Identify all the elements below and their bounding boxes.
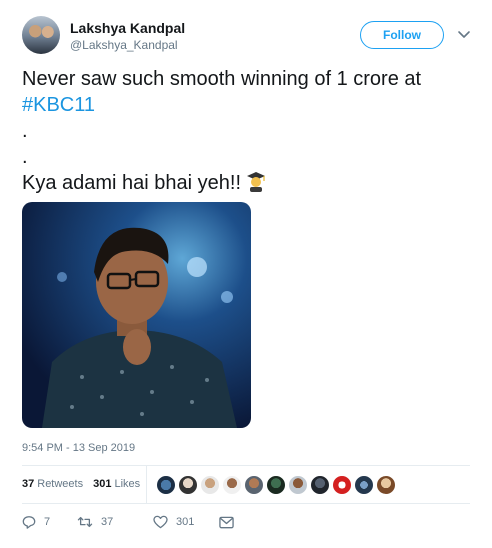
tweet-timestamp[interactable]: 9:54 PM - 13 Sep 2019 [22, 442, 135, 454]
author-name[interactable]: Lakshya Kandpal [70, 20, 185, 36]
retweets-stat-label: Retweets [37, 478, 84, 490]
direct-message-button[interactable] [219, 516, 234, 529]
tweet-line-1: Never saw such smooth winning of 1 crore… [22, 68, 422, 90]
liker-avatars [156, 475, 398, 495]
liker-avatar[interactable] [156, 475, 176, 495]
retweets-stat[interactable]: 37 Retweets [22, 478, 83, 490]
retweet-count: 37 [101, 516, 114, 528]
retweets-stat-count: 37 [22, 478, 35, 490]
tweet-actions: 7 37 301 [22, 512, 234, 532]
retweet-icon [77, 516, 93, 528]
envelope-icon [219, 516, 234, 528]
like-count: 301 [176, 516, 195, 528]
avatar[interactable] [22, 16, 60, 54]
follow-button[interactable]: Follow [360, 21, 444, 49]
divider-bottom [22, 503, 470, 504]
likes-stat-count: 301 [93, 478, 112, 490]
liker-avatar[interactable] [244, 475, 264, 495]
likes-stat-label: Likes [114, 478, 141, 490]
man-student-emoji-icon [247, 172, 266, 192]
liker-avatar[interactable] [332, 475, 352, 495]
liker-avatar[interactable] [200, 475, 220, 495]
liker-avatar[interactable] [354, 475, 374, 495]
tweet-line-4: . [22, 146, 28, 168]
liker-avatar[interactable] [310, 475, 330, 495]
tweet-line-5: Kya adami hai bhai yeh!! [22, 172, 242, 194]
likes-stat[interactable]: 301 Likes [93, 478, 140, 490]
reply-button[interactable]: 7 [22, 515, 77, 529]
reply-count: 7 [44, 516, 51, 528]
chevron-down-icon[interactable] [456, 26, 472, 42]
liker-avatar[interactable] [266, 475, 286, 495]
tweet-photo[interactable] [22, 202, 251, 428]
liker-avatar[interactable] [376, 475, 396, 495]
reply-icon [22, 516, 36, 529]
liker-avatar[interactable] [288, 475, 308, 495]
author-handle[interactable]: @Lakshya_Kandpal [70, 38, 178, 52]
engagement-stats: 37 Retweets 301 Likes [22, 472, 150, 496]
like-button[interactable]: 301 [153, 515, 219, 529]
tweet-text: Never saw such smooth winning of 1 crore… [22, 66, 474, 196]
liker-avatar[interactable] [178, 475, 198, 495]
retweet-button[interactable]: 37 [77, 515, 153, 529]
stats-separator [146, 466, 147, 504]
divider-top [22, 465, 470, 466]
tweet-header: Lakshya Kandpal @Lakshya_Kandpal Follow [22, 16, 476, 58]
liker-avatar[interactable] [222, 475, 242, 495]
heart-icon [153, 515, 168, 529]
hashtag-link[interactable]: #KBC11 [22, 94, 95, 116]
tweet-line-3: . [22, 120, 28, 142]
